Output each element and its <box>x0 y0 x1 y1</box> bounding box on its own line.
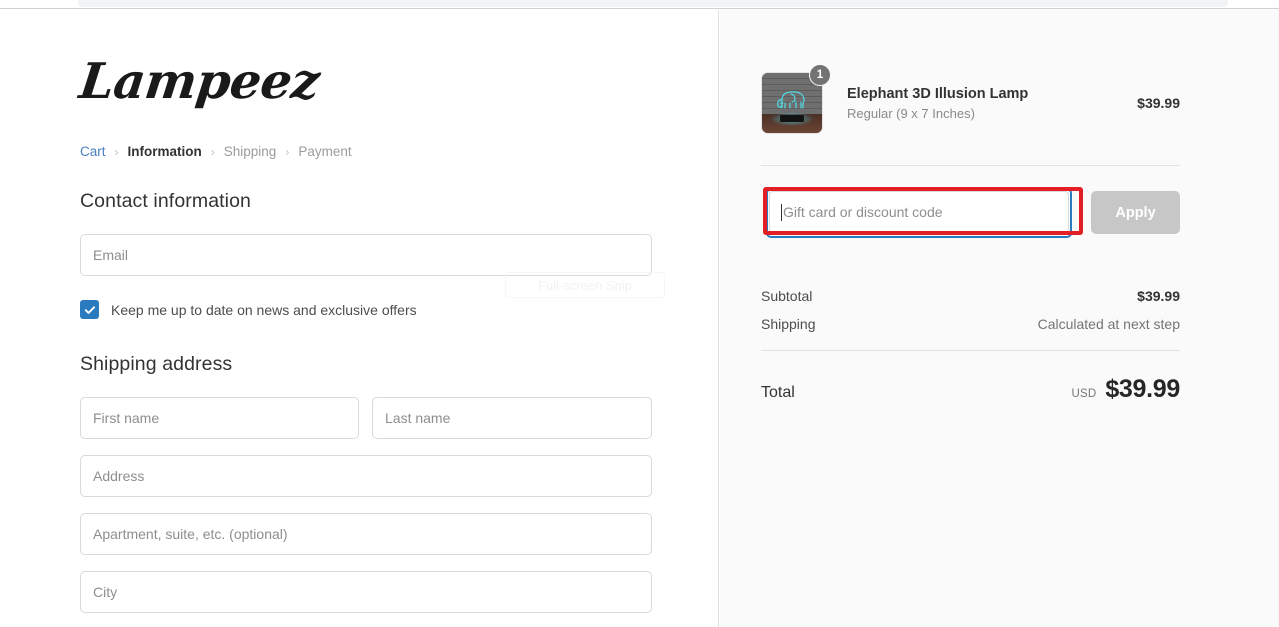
newsletter-label: Keep me up to date on news and exclusive… <box>111 301 417 318</box>
checkout-form-column: Lampeez Cart › Information › Shipping › … <box>0 10 719 627</box>
breadcrumb-item-payment: Payment <box>298 144 352 159</box>
grand-total-value: USD $39.99 <box>1071 375 1180 404</box>
elephant-lamp-icon <box>777 91 805 109</box>
breadcrumb: Cart › Information › Shipping › Payment <box>80 144 352 159</box>
chevron-right-icon: › <box>210 144 215 159</box>
grand-total-amount: $39.99 <box>1105 375 1180 403</box>
email-placeholder: Email <box>93 247 129 263</box>
grand-total-row: Total USD $39.99 <box>761 375 1180 404</box>
discount-code-row: Gift card or discount code Apply <box>761 187 1180 239</box>
newsletter-checkbox-row[interactable]: Keep me up to date on news and exclusive… <box>80 300 417 319</box>
subtotal-label: Subtotal <box>761 288 813 304</box>
shipping-label: Shipping <box>761 316 816 332</box>
checkout-page: Lampeez Cart › Information › Shipping › … <box>0 10 1279 627</box>
apartment-placeholder: Apartment, suite, etc. (optional) <box>93 526 288 542</box>
product-variant: Regular (9 x 7 Inches) <box>847 106 975 122</box>
discount-code-placeholder: Gift card or discount code <box>783 204 943 220</box>
grand-total-label: Total <box>761 384 795 401</box>
chevron-right-icon: › <box>114 144 119 159</box>
check-icon <box>84 305 95 314</box>
address-placeholder: Address <box>93 468 145 484</box>
breadcrumb-item-shipping: Shipping <box>223 144 277 159</box>
product-thumbnail-wrapper: 1 <box>761 64 831 134</box>
address-field[interactable]: Address <box>80 455 652 497</box>
subtotal-row: Subtotal $39.99 <box>761 288 1180 304</box>
apply-discount-button[interactable]: Apply <box>1091 191 1180 234</box>
first-name-placeholder: First name <box>93 410 160 426</box>
product-title: Elephant 3D Illusion Lamp <box>847 85 1029 102</box>
shipping-value: Calculated at next step <box>1037 316 1180 332</box>
shipping-address-heading: Shipping address <box>80 353 233 375</box>
subtotal-value: $39.99 <box>1137 288 1180 304</box>
last-name-field[interactable]: Last name <box>372 397 652 439</box>
city-placeholder: City <box>93 584 118 600</box>
newsletter-checkbox[interactable] <box>80 300 99 319</box>
browser-chrome-strip <box>0 0 1279 9</box>
thumbnail-lamp-base <box>780 114 804 122</box>
product-info: Elephant 3D Illusion Lamp Regular (9 x 7… <box>847 85 1137 122</box>
breadcrumb-item-information[interactable]: Information <box>128 144 202 159</box>
apartment-field[interactable]: Apartment, suite, etc. (optional) <box>80 513 652 555</box>
shipping-row: Shipping Calculated at next step <box>761 316 1180 332</box>
summary-divider-top <box>761 165 1180 166</box>
city-field[interactable]: City <box>80 571 652 613</box>
summary-divider-totals <box>761 350 1180 351</box>
text-caret <box>781 203 782 221</box>
order-summary-column: 1 Elephant 3D Illusion Lamp Regular (9 x… <box>720 10 1279 627</box>
contact-information-heading: Contact information <box>80 190 251 212</box>
order-line-item: 1 Elephant 3D Illusion Lamp Regular (9 x… <box>761 64 1180 134</box>
last-name-placeholder: Last name <box>385 410 451 426</box>
first-name-field[interactable]: First name <box>80 397 359 439</box>
product-price: $39.99 <box>1137 95 1180 111</box>
browser-chrome-inner <box>78 0 1228 7</box>
chevron-right-icon: › <box>285 144 290 159</box>
currency-code: USD <box>1071 388 1097 400</box>
breadcrumb-item-cart[interactable]: Cart <box>80 144 106 159</box>
quantity-badge: 1 <box>809 64 831 86</box>
discount-code-input[interactable]: Gift card or discount code <box>769 191 1069 233</box>
email-field[interactable]: Email <box>80 234 652 276</box>
store-logo[interactable]: Lampeez <box>76 52 322 110</box>
